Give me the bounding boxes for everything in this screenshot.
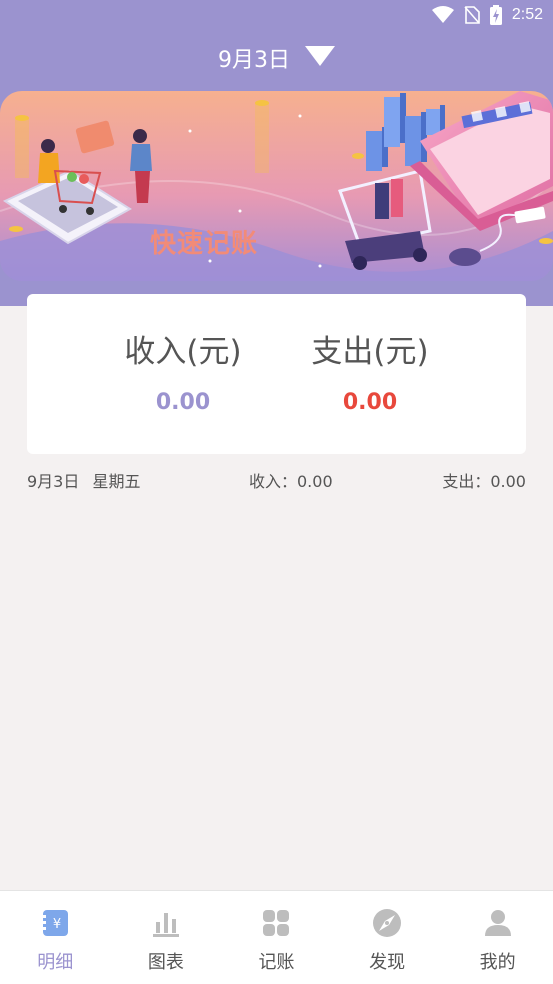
status-bar: 2:52 — [0, 0, 553, 32]
tab-details[interactable]: ¥ 明细 — [0, 891, 111, 984]
bar-chart-icon — [152, 913, 179, 937]
day-weekday: 星期五 — [92, 472, 141, 491]
no-sim-icon — [464, 6, 480, 24]
battery-charging-icon — [489, 5, 502, 25]
banner-illustration — [0, 91, 553, 281]
ledger-icon: ¥ — [42, 910, 69, 936]
day-date: 9月3日 — [27, 472, 80, 491]
day-income: 收入：0.00 — [249, 472, 333, 491]
wifi-icon — [431, 6, 454, 23]
day-expense: 支出：0.00 — [442, 472, 526, 491]
tab-label: 明细 — [37, 952, 74, 973]
date-selector[interactable]: 9月3日 — [0, 42, 553, 74]
banner-title: 快速记账 — [150, 229, 259, 259]
summary-card: 收入(元) 支出(元) 0.00 0.00 — [27, 294, 526, 454]
income-value: 0.00 — [155, 390, 211, 415]
tab-label: 图表 — [147, 952, 184, 973]
tab-label: 记账 — [258, 952, 295, 973]
banner[interactable]: 快速记账 — [0, 91, 553, 281]
status-time: 2:52 — [511, 6, 543, 23]
expense-label: 支出(元) — [311, 334, 429, 370]
tab-charts[interactable]: 图表 — [111, 891, 222, 984]
bottom-tab-bar: ¥ 明细 图表 记账 发现 我的 — [0, 890, 553, 984]
tab-label: 发现 — [369, 952, 406, 973]
svg-text:¥: ¥ — [53, 917, 61, 932]
user-icon — [484, 910, 511, 936]
tab-discover[interactable]: 发现 — [332, 891, 443, 984]
income-label: 收入(元) — [124, 334, 242, 370]
tab-bookkeeping[interactable]: 记账 — [221, 891, 332, 984]
tab-mine[interactable]: 我的 — [442, 891, 553, 984]
expense-value: 0.00 — [342, 390, 398, 415]
tab-label: 我的 — [479, 952, 516, 973]
compass-icon — [373, 909, 402, 937]
day-summary-row: 9月3日 星期五 收入：0.00 支出：0.00 — [27, 468, 526, 492]
grid-icon — [263, 910, 290, 936]
triangle-down-icon — [305, 46, 335, 66]
selected-date: 9月3日 — [218, 48, 290, 73]
